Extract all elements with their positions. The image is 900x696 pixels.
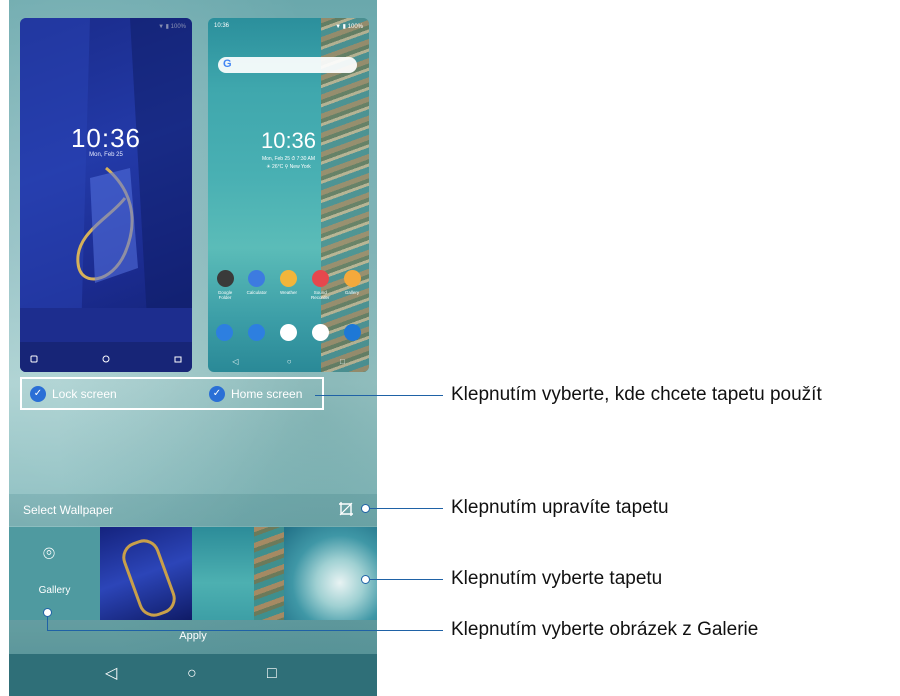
select-wallpaper-bar: Select Wallpaper bbox=[9, 494, 377, 526]
weather-icon bbox=[280, 270, 297, 287]
callout-text-2: Klepnutím upravíte tapetu bbox=[451, 497, 669, 518]
app-gallery[interactable]: Gallery bbox=[338, 270, 366, 300]
wallpaper-thumb-blue[interactable] bbox=[100, 527, 192, 622]
callout-dot-2 bbox=[361, 504, 370, 513]
lock-date: Mon, Feb 25 bbox=[89, 152, 123, 158]
wallpaper-thumb-coast[interactable] bbox=[192, 527, 284, 620]
wallpaper-thumb-waves[interactable] bbox=[284, 527, 377, 620]
phone-app-icon[interactable] bbox=[216, 324, 233, 341]
app-calculator[interactable]: Calculator bbox=[243, 270, 271, 300]
gallery-icon: ⌾ bbox=[43, 543, 55, 565]
app-weather[interactable]: Weather bbox=[275, 270, 303, 300]
gallery-label: Gallery bbox=[38, 585, 71, 596]
microphone-icon bbox=[311, 270, 329, 287]
coast-art bbox=[254, 527, 284, 620]
apply-button[interactable]: Apply bbox=[9, 620, 377, 654]
home-weather: ☀ 26°C ⚲ New York bbox=[266, 164, 311, 170]
messages-icon[interactable] bbox=[248, 324, 265, 341]
home-screen-preview[interactable]: 10:36 ▼ ▮ 100% G 10:36 Mon, Feb 25 ⏱ 7:3… bbox=[208, 18, 369, 372]
recents-icon: □ bbox=[339, 357, 345, 366]
wallpaper-thumbnails: ⌾ Gallery bbox=[9, 527, 377, 622]
callout-text-3: Klepnutím vyberte tapetu bbox=[451, 568, 663, 589]
calculator-icon bbox=[248, 270, 266, 287]
google-folder-icon bbox=[216, 270, 234, 287]
gallery-icon bbox=[343, 270, 361, 287]
app-label: Weather bbox=[280, 290, 297, 295]
app-label: Google Folder bbox=[217, 290, 233, 300]
app-sound-recorder[interactable]: Sound Recorder bbox=[306, 270, 334, 300]
phone-screen: ▼ ▮ 100% 10:36 Mon, Feb 25 10:36 ▼ ▮ 100… bbox=[9, 0, 377, 696]
lock-bottom-bar bbox=[20, 342, 192, 372]
lock-screen-checkbox[interactable]: ✓ Lock screen bbox=[30, 386, 117, 402]
home-icon: ○ bbox=[286, 357, 292, 366]
home-screen-checkbox[interactable]: ✓ Home screen bbox=[209, 386, 302, 402]
back-button-icon[interactable]: ◁ bbox=[105, 666, 117, 682]
select-wallpaper-label: Select Wallpaper bbox=[23, 503, 114, 517]
chrome-icon[interactable] bbox=[312, 324, 329, 341]
callout-line-1 bbox=[315, 395, 443, 396]
home-status-icons: ▼ ▮ 100% bbox=[335, 24, 363, 30]
callout-line-3 bbox=[370, 579, 443, 580]
home-clock: 10:36 bbox=[260, 128, 317, 153]
google-search-bar[interactable]: G bbox=[218, 57, 357, 73]
check-icon: ✓ bbox=[30, 386, 46, 402]
app-label: Sound Recorder bbox=[310, 290, 330, 300]
phone-icon bbox=[30, 355, 38, 363]
home-date: Mon, Feb 25 ⏱ 7:30 AM bbox=[261, 156, 316, 162]
callout-text-4: Klepnutím vyberte obrázek z Galerie bbox=[451, 619, 759, 640]
app-label: Calculator bbox=[246, 290, 267, 295]
ribbon-art bbox=[117, 534, 181, 622]
play-store-icon[interactable] bbox=[280, 324, 297, 341]
callout-line-4 bbox=[47, 630, 443, 631]
smiley-icon bbox=[102, 355, 110, 363]
callout-dot-4 bbox=[43, 608, 52, 617]
system-nav-bar: ◁ ○ □ bbox=[9, 654, 377, 696]
recents-button-icon[interactable]: □ bbox=[267, 666, 277, 682]
callout-line-2 bbox=[370, 508, 443, 509]
google-icon: G bbox=[223, 58, 232, 70]
app-row: Google Folder Calculator Weather Sound R… bbox=[211, 270, 366, 300]
home-button-icon[interactable]: ○ bbox=[187, 666, 197, 682]
apply-target-selector: ✓ Lock screen ✓ Home screen bbox=[20, 377, 324, 410]
home-status-time: 10:36 bbox=[214, 23, 230, 29]
camera-app-icon[interactable] bbox=[344, 324, 361, 341]
dock bbox=[216, 324, 361, 341]
lock-wallpaper-art bbox=[20, 18, 192, 372]
callout-text-1: Klepnutím vyberte, kde chcete tapetu pou… bbox=[451, 384, 822, 405]
app-google-folder[interactable]: Google Folder bbox=[211, 270, 239, 300]
check-icon: ✓ bbox=[209, 386, 225, 402]
home-status-bar: 10:36 ▼ ▮ 100% bbox=[214, 23, 363, 30]
lock-screen-label: Lock screen bbox=[52, 387, 117, 401]
crop-icon[interactable] bbox=[338, 501, 354, 517]
lock-screen-preview[interactable]: ▼ ▮ 100% 10:36 Mon, Feb 25 bbox=[20, 18, 192, 372]
camera-icon bbox=[174, 356, 182, 363]
lock-clock: 10:36 bbox=[70, 123, 142, 153]
gallery-tile[interactable]: ⌾ Gallery bbox=[9, 527, 100, 620]
app-label: Gallery bbox=[344, 290, 360, 295]
callout-line-4-vertical bbox=[47, 617, 48, 630]
callout-dot-3 bbox=[361, 575, 370, 584]
home-nav-bar: ◁ ○ □ bbox=[208, 357, 369, 366]
apply-label: Apply bbox=[179, 630, 207, 642]
back-icon: ◁ bbox=[232, 357, 239, 366]
home-screen-label: Home screen bbox=[231, 387, 303, 401]
